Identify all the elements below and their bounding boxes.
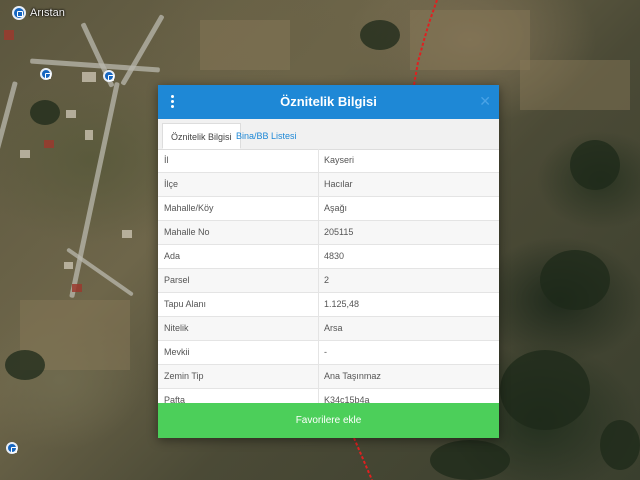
row-value: - <box>324 347 327 357</box>
table-row: Tapu Alanı 1.125,48 <box>158 293 499 317</box>
row-value: Aşağı <box>324 203 348 213</box>
table-row: Parsel 2 <box>158 269 499 293</box>
dialog-title: Öznitelik Bilgisi <box>280 94 377 109</box>
dialog-header: Öznitelik Bilgisi ✕ <box>158 85 499 119</box>
place-marker-icon[interactable] <box>12 6 26 20</box>
row-value: 2 <box>324 275 330 285</box>
row-key: Ada <box>164 251 181 261</box>
table-row: Zemin Tip Ana Taşınmaz <box>158 365 499 389</box>
row-value: Ana Taşınmaz <box>324 371 381 381</box>
dialog-tabs: Öznitelik Bilgisi Bina/BB Listesi <box>158 119 499 150</box>
attribute-table: İl Kayseri İlçe Hacılar Mahalle/Köy Aşağı M… <box>158 149 499 413</box>
row-key: Zemin Tip <box>164 371 204 381</box>
table-row: Mahalle No 205115 <box>158 221 499 245</box>
row-value: 205115 <box>324 227 354 237</box>
table-row: Mahalle/Köy Aşağı <box>158 197 499 221</box>
bus-stop-icon[interactable] <box>6 442 18 454</box>
table-row: Mevkii - <box>158 341 499 365</box>
row-key: Mahalle No <box>164 227 210 237</box>
row-key: Mevkii <box>164 347 190 357</box>
table-row: Nitelik Arsa <box>158 317 499 341</box>
attribute-info-dialog: Öznitelik Bilgisi ✕ Öznitelik Bilgisi Bi… <box>158 85 499 438</box>
table-row: İlçe Hacılar <box>158 173 499 197</box>
row-key: İl <box>164 155 169 165</box>
row-value: 4830 <box>324 251 345 261</box>
row-value: 1.125,48 <box>324 299 360 309</box>
row-key: İlçe <box>164 179 179 189</box>
add-to-favorites-button[interactable]: Favorilere ekle <box>158 403 499 438</box>
row-key: Mahalle/Köy <box>164 203 214 213</box>
close-icon[interactable]: ✕ <box>479 93 491 109</box>
row-key: Nitelik <box>164 323 189 333</box>
row-value: Arsa <box>324 323 343 333</box>
table-row: Ada 4830 <box>158 245 499 269</box>
row-key: Tapu Alanı <box>164 299 207 309</box>
row-value: Kayseri <box>324 155 355 165</box>
row-value: Hacılar <box>324 179 353 189</box>
row-key: Parsel <box>164 275 190 285</box>
bus-stop-icon[interactable] <box>103 70 115 82</box>
tab-building-list[interactable]: Bina/BB Listesi <box>228 123 305 149</box>
place-label: Arıstan <box>30 7 65 19</box>
table-row: İl Kayseri <box>158 149 499 173</box>
bus-stop-icon[interactable] <box>40 68 52 80</box>
